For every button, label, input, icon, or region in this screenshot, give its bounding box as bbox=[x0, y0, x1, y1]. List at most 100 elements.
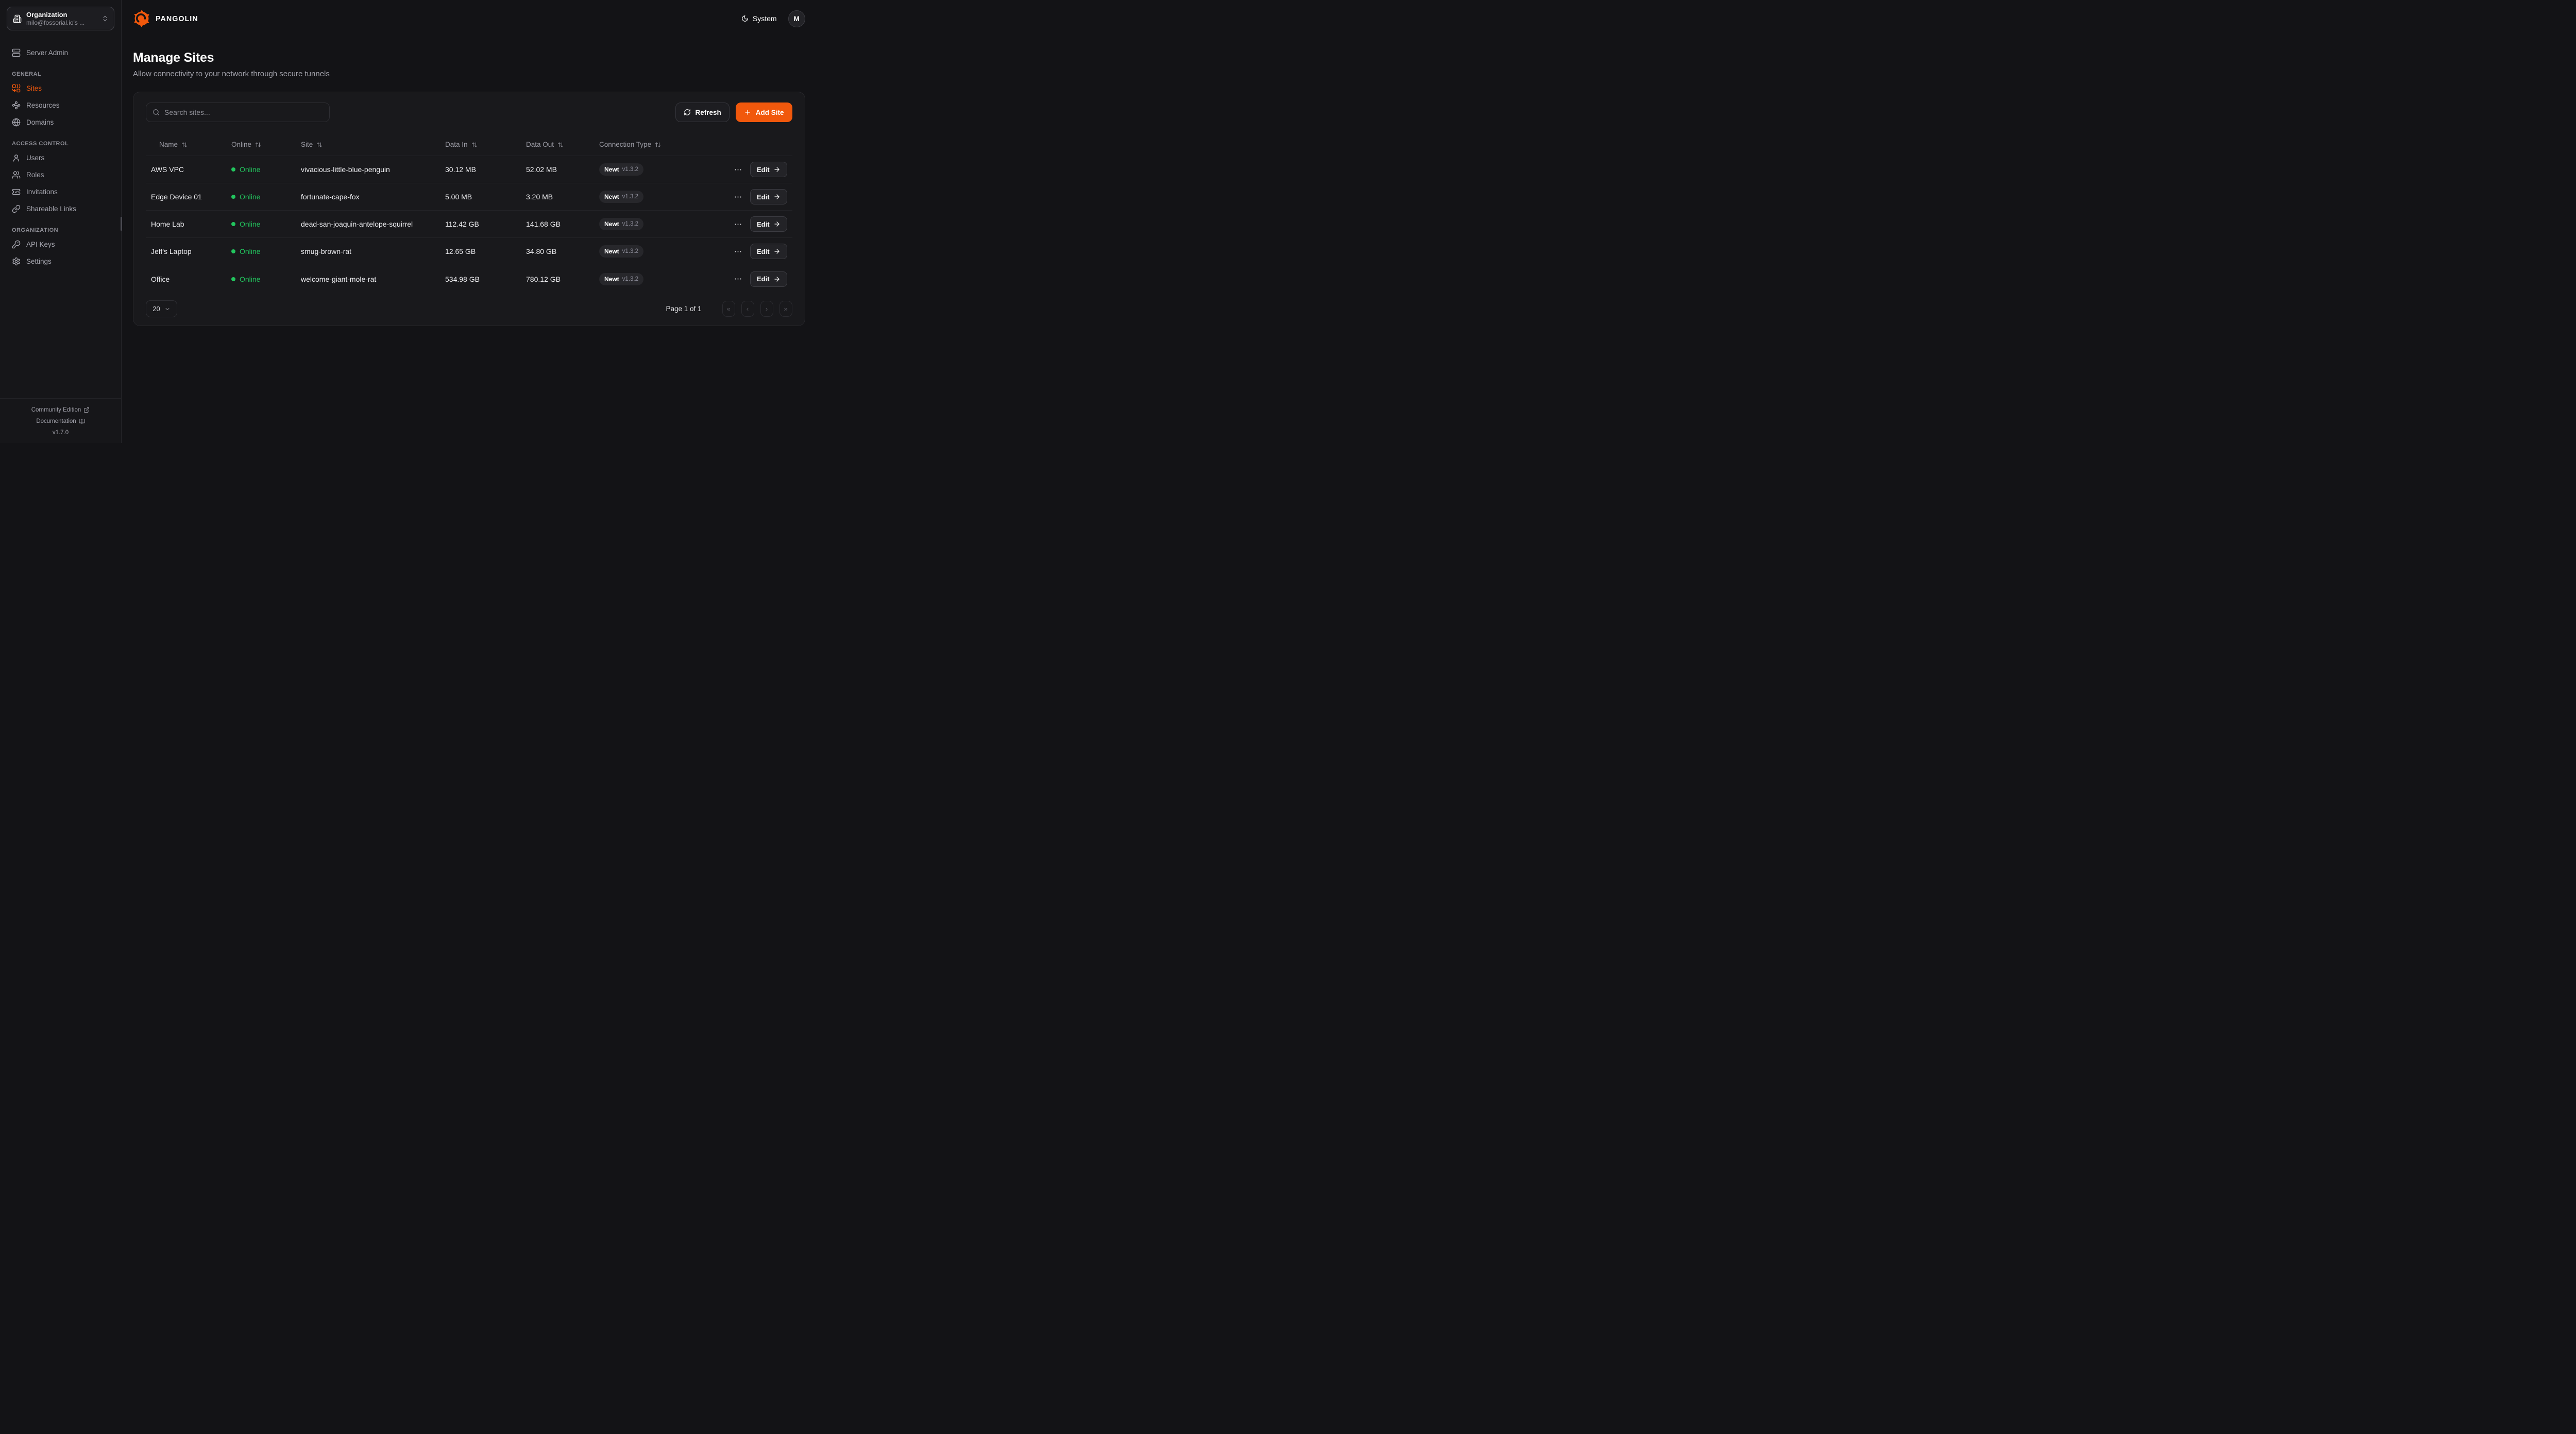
sort-icon bbox=[181, 142, 188, 148]
online-status-label: Online bbox=[240, 247, 260, 255]
edit-label: Edit bbox=[757, 193, 770, 201]
sidebar-item-roles[interactable]: Roles bbox=[7, 166, 114, 183]
row-more-button[interactable]: ⋯ bbox=[733, 274, 743, 284]
connection-type-badge: Newtv1.3.2 bbox=[599, 163, 643, 176]
sidebar-item-label: Domains bbox=[26, 118, 54, 126]
last-page-button[interactable]: » bbox=[779, 301, 792, 317]
arrow-right-icon bbox=[773, 248, 781, 255]
edit-label: Edit bbox=[757, 166, 770, 174]
sidebar-item-label: Shareable Links bbox=[26, 205, 76, 213]
cell-data-out: 34.80 GB bbox=[526, 247, 599, 255]
org-selector[interactable]: Organization milo@fossorial.io's ... bbox=[7, 7, 114, 30]
sidebar-scrollbar-thumb[interactable] bbox=[121, 217, 122, 231]
cell-name: Office bbox=[151, 275, 231, 283]
connection-version: v1.3.2 bbox=[622, 276, 638, 282]
avatar[interactable]: M bbox=[788, 10, 805, 27]
sidebar-item-sites[interactable]: Sites bbox=[7, 80, 114, 97]
cell-online: Online bbox=[231, 193, 301, 201]
row-edit-button[interactable]: Edit bbox=[750, 244, 787, 259]
add-site-button[interactable]: Add Site bbox=[736, 103, 792, 122]
table-row: Jeff's Laptop Online smug-brown-rat 12.6… bbox=[146, 238, 792, 265]
cell-connection-type: Newtv1.3.2 bbox=[599, 273, 733, 285]
row-edit-button[interactable]: Edit bbox=[750, 271, 787, 287]
avatar-initial: M bbox=[793, 15, 799, 23]
sites-toolbar: Refresh Add Site bbox=[146, 103, 792, 122]
cell-data-out: 780.12 GB bbox=[526, 275, 599, 283]
previous-page-button[interactable]: ‹ bbox=[741, 301, 754, 317]
connection-version: v1.3.2 bbox=[622, 194, 638, 200]
cell-data-out: 141.68 GB bbox=[526, 220, 599, 228]
page-size-select[interactable]: 20 bbox=[146, 300, 177, 317]
online-status-label: Online bbox=[240, 275, 260, 283]
column-header-name[interactable]: Name bbox=[151, 141, 231, 148]
row-edit-button[interactable]: Edit bbox=[750, 162, 787, 177]
brand-logo[interactable]: PANGOLIN bbox=[133, 10, 200, 27]
edit-label: Edit bbox=[757, 275, 770, 283]
sidebar-item-users[interactable]: Users bbox=[7, 149, 114, 166]
column-header-connection-type[interactable]: Connection Type bbox=[599, 141, 733, 148]
page-content: Manage Sites Allow connectivity to your … bbox=[122, 37, 817, 326]
row-more-button[interactable]: ⋯ bbox=[733, 247, 743, 257]
connection-name: Newt bbox=[604, 248, 619, 255]
sidebar-item-domains[interactable]: Domains bbox=[7, 114, 114, 131]
section-heading-access-control: ACCESS CONTROL bbox=[7, 141, 114, 147]
sidebar-item-invitations[interactable]: Invitations bbox=[7, 183, 114, 200]
column-header-data-out[interactable]: Data Out bbox=[526, 141, 599, 148]
sidebar-item-settings[interactable]: Settings bbox=[7, 253, 114, 270]
top-bar: PANGOLIN System M bbox=[122, 0, 817, 37]
online-status-dot bbox=[231, 277, 235, 281]
row-edit-button[interactable]: Edit bbox=[750, 189, 787, 204]
cell-actions: ⋯ Edit bbox=[733, 162, 792, 177]
column-header-online[interactable]: Online bbox=[231, 141, 301, 148]
cell-connection-type: Newtv1.3.2 bbox=[599, 163, 733, 176]
community-edition-label: Community Edition bbox=[31, 407, 81, 413]
column-label: Data In bbox=[445, 141, 468, 148]
moon-icon bbox=[741, 15, 749, 22]
arrow-right-icon bbox=[773, 193, 781, 200]
refresh-button[interactable]: Refresh bbox=[675, 103, 730, 122]
sidebar-item-label: Settings bbox=[26, 258, 52, 265]
sites-card: Refresh Add Site Name bbox=[133, 92, 805, 326]
sidebar-item-shareable-links[interactable]: Shareable Links bbox=[7, 200, 114, 217]
arrow-right-icon bbox=[773, 220, 781, 228]
column-header-site[interactable]: Site bbox=[301, 141, 445, 148]
refresh-label: Refresh bbox=[696, 109, 721, 116]
documentation-link[interactable]: Documentation bbox=[0, 416, 121, 427]
cell-data-in: 30.12 MB bbox=[445, 165, 526, 174]
theme-toggle[interactable]: System bbox=[741, 14, 777, 23]
connection-version: v1.3.2 bbox=[622, 166, 638, 173]
chevron-down-icon bbox=[164, 306, 171, 312]
cell-site: fortunate-cape-fox bbox=[301, 193, 445, 201]
link-icon bbox=[12, 204, 21, 213]
row-more-button[interactable]: ⋯ bbox=[733, 192, 743, 202]
arrow-right-icon bbox=[773, 276, 781, 283]
edit-label: Edit bbox=[757, 248, 770, 255]
page-subtitle: Allow connectivity to your network throu… bbox=[133, 70, 805, 78]
theme-label: System bbox=[753, 14, 777, 23]
sort-icon bbox=[655, 142, 661, 148]
sidebar-item-resources[interactable]: Resources bbox=[7, 97, 114, 114]
cell-site: smug-brown-rat bbox=[301, 247, 445, 255]
first-page-button[interactable]: « bbox=[722, 301, 735, 317]
next-page-button[interactable]: › bbox=[760, 301, 773, 317]
sidebar-item-server-admin[interactable]: Server Admin bbox=[7, 44, 114, 61]
add-site-label: Add Site bbox=[756, 109, 784, 116]
connection-name: Newt bbox=[604, 276, 619, 283]
toolbar-actions: Refresh Add Site bbox=[675, 103, 792, 122]
sidebar-item-api-keys[interactable]: API Keys bbox=[7, 236, 114, 253]
row-more-button[interactable]: ⋯ bbox=[733, 219, 743, 229]
online-status-label: Online bbox=[240, 193, 260, 201]
community-edition-link[interactable]: Community Edition bbox=[0, 404, 121, 416]
cell-data-out: 3.20 MB bbox=[526, 193, 599, 201]
connection-name: Newt bbox=[604, 193, 619, 200]
cell-online: Online bbox=[231, 165, 301, 174]
column-header-data-in[interactable]: Data In bbox=[445, 141, 526, 148]
online-status-dot bbox=[231, 167, 235, 172]
row-more-button[interactable]: ⋯ bbox=[733, 165, 743, 175]
row-edit-button[interactable]: Edit bbox=[750, 216, 787, 232]
sites-table: Name Online Site Data In bbox=[146, 133, 792, 293]
online-status-dot bbox=[231, 249, 235, 253]
online-status-dot bbox=[231, 195, 235, 199]
search-input[interactable] bbox=[164, 108, 323, 116]
table-row: AWS VPC Online vivacious-little-blue-pen… bbox=[146, 156, 792, 183]
